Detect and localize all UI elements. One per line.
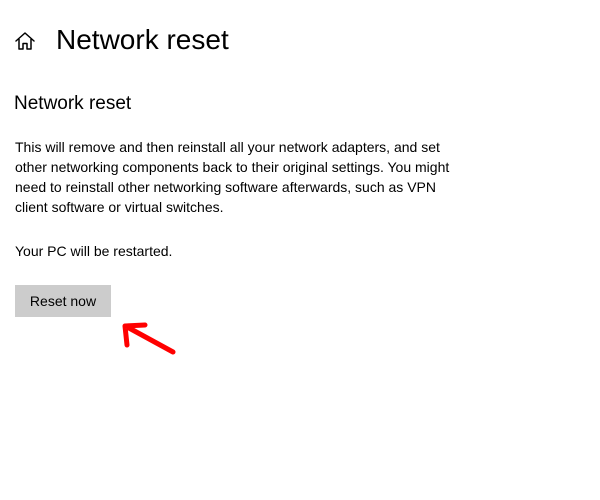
page-title: Network reset: [56, 24, 229, 55]
home-button[interactable]: [12, 29, 38, 53]
red-arrow-annotation: [122, 322, 176, 355]
reset-description: This will remove and then reinstall all …: [15, 139, 450, 215]
home-icon: [15, 32, 35, 50]
reset-now-button[interactable]: Reset now: [15, 285, 111, 317]
section-heading: Network reset: [14, 93, 132, 114]
restart-note: Your PC will be restarted.: [15, 243, 173, 259]
